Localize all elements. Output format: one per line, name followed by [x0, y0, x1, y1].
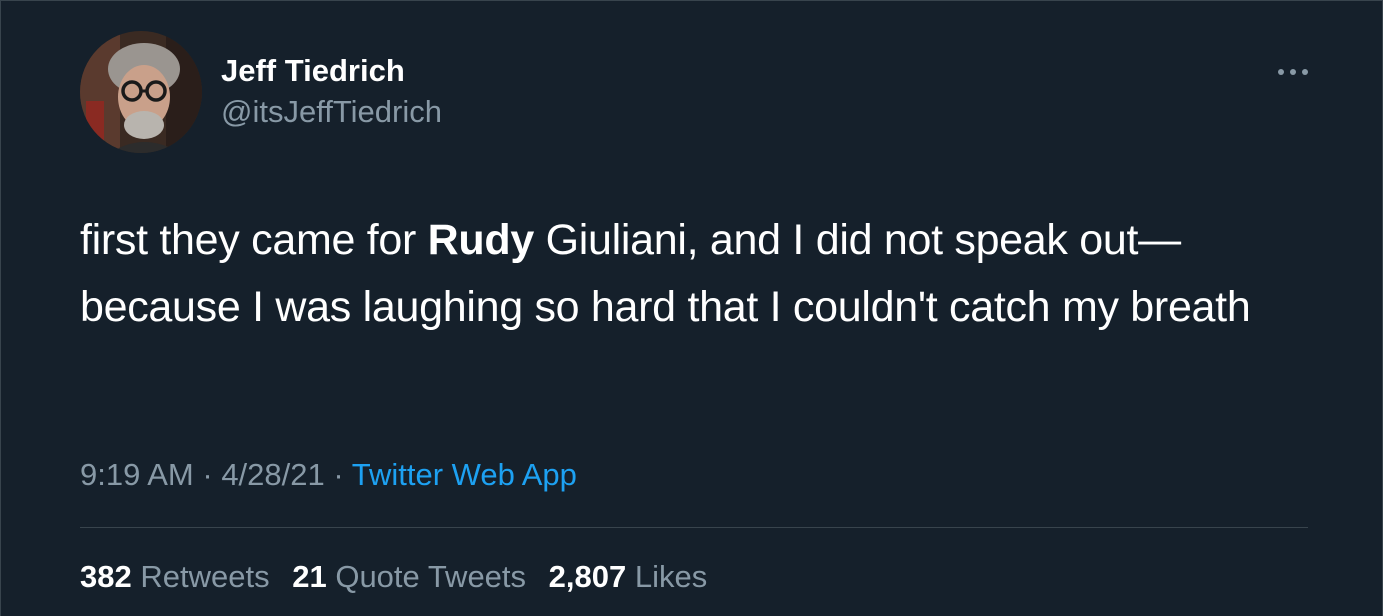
author-handle[interactable]: @itsJeffTiedrich — [221, 93, 442, 131]
quote-tweets-stat[interactable]: 21 Quote Tweets — [292, 559, 526, 594]
tweet-source-link[interactable]: Twitter Web App — [352, 457, 577, 492]
more-horizontal-icon — [1278, 69, 1308, 75]
tweet-text-bold: Rudy — [427, 216, 535, 264]
meta-separator: · — [324, 457, 352, 492]
likes-count: 2,807 — [548, 559, 627, 594]
retweets-label: Retweets — [140, 559, 270, 594]
tweet-text-part: first they came for — [80, 216, 428, 264]
tweet-stats: 382 Retweets 21 Quote Tweets 2,807 Likes — [80, 557, 721, 597]
likes-label: Likes — [634, 559, 708, 594]
retweets-count: 382 — [80, 559, 132, 594]
profile-photo-icon — [80, 31, 202, 153]
avatar[interactable] — [80, 31, 202, 153]
meta-separator: · — [193, 457, 222, 492]
quote-tweets-label: Quote Tweets — [335, 559, 527, 594]
divider — [80, 527, 1308, 528]
quote-tweets-count: 21 — [292, 559, 327, 594]
tweet-time[interactable]: 9:19 AM — [80, 457, 194, 492]
likes-stat[interactable]: 2,807 Likes — [549, 559, 708, 594]
tweet-meta: 9:19 AM · 4/28/21 · Twitter Web App — [80, 455, 577, 495]
more-options-button[interactable] — [1271, 57, 1315, 87]
tweet-date[interactable]: 4/28/21 — [221, 457, 324, 492]
author-name[interactable]: Jeff Tiedrich — [221, 52, 405, 90]
retweets-stat[interactable]: 382 Retweets — [80, 559, 270, 594]
tweet-text: first they came for Rudy Giuliani, and I… — [80, 207, 1320, 341]
tweet-card: Jeff Tiedrich @itsJeffTiedrich first the… — [0, 0, 1383, 616]
